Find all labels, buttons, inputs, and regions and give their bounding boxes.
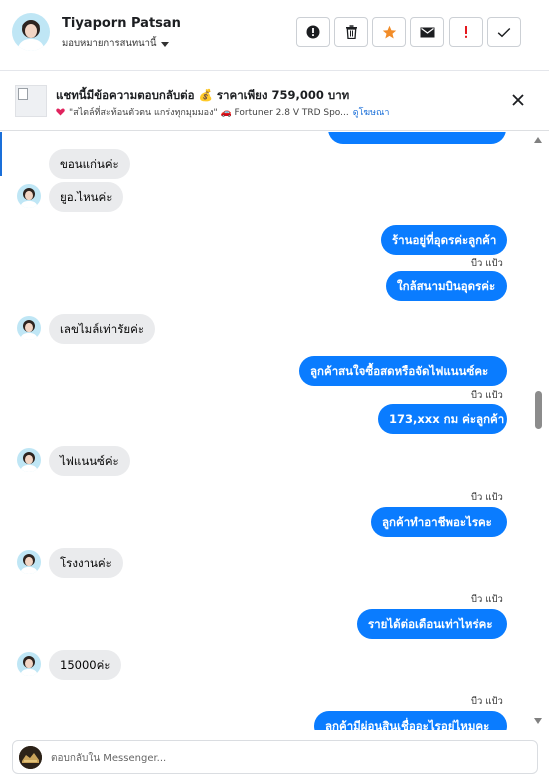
message-bubble-incoming[interactable]: โรงงานค่ะ	[49, 548, 123, 578]
ad-subtitle: "สไตล์ที่สะท้อนตัวตน แกร่งทุกมุมมอง" 🚗 F…	[69, 108, 349, 118]
page-avatar	[19, 746, 42, 769]
star-button[interactable]	[372, 17, 406, 47]
contact-avatar-small	[17, 652, 41, 676]
message-bubble-outgoing[interactable]: ลูกค้าสนใจซื้อสดหรือจัดไฟแนนซ์คะ	[299, 356, 507, 386]
message-text: ยูอ.ไหนค่ะ	[60, 190, 113, 204]
message-text: โรงงานค่ะ	[60, 556, 112, 570]
message-bubble-outgoing[interactable]: ลูกค้ามีผ่อนสินเชื่ออะไรอยู่ไหมคะ	[314, 711, 507, 730]
message-text: ใกล้สนามบินอุดรค่ะ	[397, 279, 496, 293]
message-bubble-outgoing[interactable]: ใกล้สนามบินอุดรค่ะ	[386, 271, 507, 301]
contact-avatar-small	[17, 316, 41, 340]
message-text: ขอนแก่นค่ะ	[60, 157, 119, 171]
message-bubble-incoming[interactable]: 15000ค่ะ	[49, 650, 122, 680]
sender-label: บีว แป้ว	[471, 594, 503, 605]
scroll-down-arrow-icon[interactable]	[534, 718, 542, 724]
assign-conversation-dropdown[interactable]: มอบหมายการสนทนานี้	[62, 36, 169, 51]
broken-image-icon	[18, 88, 28, 100]
mark-unread-button[interactable]	[410, 17, 444, 47]
mark-done-button[interactable]	[487, 17, 521, 47]
sender-label: บีว แป้ว	[471, 492, 503, 503]
reply-composer[interactable]	[12, 740, 538, 774]
close-banner-button[interactable]	[509, 91, 527, 109]
view-ad-link[interactable]: ดูโฆษณา	[353, 105, 390, 119]
message-thread[interactable]: ขอนแก่นค่ะ ยูอ.ไหนค่ะ ร้านอยู่ที่อุดรค่ะ…	[0, 132, 532, 730]
ad-title: แชทนี้มีข้อความตอบกลับต่อ 💰 ราคาเพียง 75…	[56, 88, 350, 102]
message-text: ลูกค้ามีผ่อนสินเชื่ออะไรอยู่ไหมคะ	[325, 719, 490, 730]
message-bubble-outgoing[interactable]	[328, 132, 506, 144]
delete-button[interactable]	[334, 17, 368, 47]
sender-label: บีว แป้ว	[471, 696, 503, 707]
sender-label: บีว แป้ว	[471, 258, 503, 269]
trash-icon	[345, 25, 357, 39]
message-text: 15000ค่ะ	[60, 658, 111, 672]
contact-avatar[interactable]	[12, 13, 50, 51]
check-icon	[497, 27, 511, 37]
message-bubble-incoming[interactable]: ขอนแก่นค่ะ	[49, 149, 130, 179]
message-text: ไฟแนนซ์ค่ะ	[60, 454, 119, 468]
scroll-up-arrow-icon[interactable]	[534, 137, 542, 143]
heart-icon	[56, 108, 65, 116]
message-bubble-outgoing[interactable]: ร้านอยู่ที่อุดรค่ะลูกค้า	[381, 225, 507, 255]
mark-important-button[interactable]	[449, 17, 483, 47]
message-bubble-outgoing[interactable]: รายได้ต่อเดือนเท่าไหร่คะ	[357, 609, 507, 639]
info-button[interactable]	[296, 17, 330, 47]
ad-subtitle-row: "สไตล์ที่สะท้อนตัวตน แกร่งทุกมุมมอง" 🚗 F…	[56, 105, 389, 119]
conversation-header: Tiyaporn Patsan มอบหมายการสนทนานี้	[0, 0, 549, 70]
assign-label: มอบหมายการสนทนานี้	[62, 38, 157, 49]
thread-scrollbar[interactable]	[532, 132, 544, 732]
contact-avatar-small	[17, 550, 41, 574]
message-text: ลูกค้าสนใจซื้อสดหรือจัดไฟแนนซ์คะ	[310, 364, 489, 378]
contact-avatar-small	[17, 448, 41, 472]
exclamation-icon	[465, 26, 467, 38]
scrollbar-thumb[interactable]	[535, 391, 542, 429]
message-text: รายได้ต่อเดือนเท่าไหร่คะ	[368, 617, 493, 631]
contact-avatar-small	[17, 184, 41, 208]
contact-name: Tiyaporn Patsan	[62, 16, 181, 31]
star-icon	[382, 25, 396, 38]
info-icon	[306, 25, 320, 39]
reply-input[interactable]	[51, 747, 521, 769]
chevron-down-icon	[160, 41, 169, 47]
message-text: เลขไมล์เท่ารัยค่ะ	[60, 322, 145, 336]
ad-thumbnail	[15, 85, 47, 117]
message-text: 173,xxx กม ค่ะลูกค้า	[389, 412, 505, 426]
message-bubble-incoming[interactable]: ไฟแนนซ์ค่ะ	[49, 446, 130, 476]
sender-label: บีว แป้ว	[471, 390, 503, 401]
message-bubble-outgoing[interactable]: ลูกค้าทำอาชีพอะไรคะ	[371, 507, 507, 537]
close-icon	[512, 94, 524, 106]
message-text: ลูกค้าทำอาชีพอะไรคะ	[382, 515, 492, 529]
message-bubble-incoming[interactable]: ยูอ.ไหนค่ะ	[49, 182, 124, 212]
message-bubble-outgoing[interactable]: 173,xxx กม ค่ะลูกค้า	[378, 404, 507, 434]
message-text: ร้านอยู่ที่อุดรค่ะลูกค้า	[392, 233, 497, 247]
ad-reply-banner: แชทนี้มีข้อความตอบกลับต่อ 💰 ราคาเพียง 75…	[0, 71, 549, 131]
message-bubble-incoming[interactable]: เลขไมล์เท่ารัยค่ะ	[49, 314, 156, 344]
mail-icon	[420, 27, 434, 37]
